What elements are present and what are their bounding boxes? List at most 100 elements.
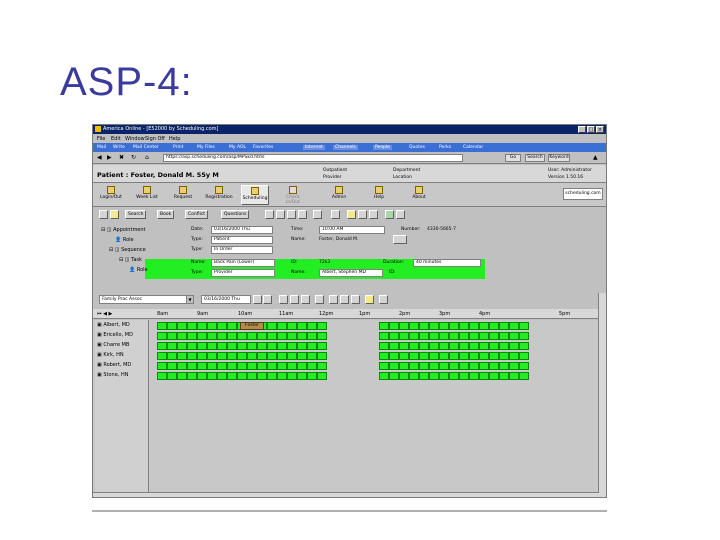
time-slot[interactable] xyxy=(247,362,257,370)
time-slot[interactable] xyxy=(469,322,479,330)
time-slot[interactable] xyxy=(197,362,207,370)
time-slot[interactable] xyxy=(207,372,217,380)
time-slot[interactable] xyxy=(317,342,327,350)
menu-edit[interactable]: Edit xyxy=(111,136,121,142)
provider-name-field[interactable]: Albert, Stephen MD xyxy=(319,269,383,277)
aol-quotes-button[interactable]: Quotes xyxy=(409,145,425,150)
search-action-button[interactable]: Search xyxy=(125,210,147,219)
menu-window[interactable]: Window xyxy=(125,136,145,142)
time-slot[interactable] xyxy=(197,342,207,350)
question-help-icon[interactable] xyxy=(379,295,388,304)
view-icon-7[interactable] xyxy=(365,295,374,304)
time-slot[interactable] xyxy=(317,352,327,360)
time-slot[interactable] xyxy=(207,322,217,330)
time-slot[interactable] xyxy=(499,332,509,340)
time-slot[interactable] xyxy=(429,352,439,360)
aol-favorites-button[interactable]: Favorites xyxy=(253,145,273,150)
time-slot[interactable] xyxy=(197,372,207,380)
time-slot[interactable] xyxy=(379,372,389,380)
time-slot[interactable] xyxy=(267,322,277,330)
time-slot[interactable] xyxy=(509,332,519,340)
time-slot[interactable] xyxy=(439,322,449,330)
time-slot[interactable] xyxy=(449,322,459,330)
view-icon-4[interactable] xyxy=(329,295,338,304)
time-slot[interactable] xyxy=(207,352,217,360)
time-slot[interactable] xyxy=(429,372,439,380)
time-slot[interactable] xyxy=(449,362,459,370)
tree-task[interactable]: ⊟ ◫ Task xyxy=(119,257,142,263)
time-slot[interactable] xyxy=(509,342,519,350)
time-slot[interactable] xyxy=(297,362,307,370)
time-slot[interactable] xyxy=(317,332,327,340)
time-slot[interactable] xyxy=(257,362,267,370)
option-department[interactable]: Department xyxy=(393,168,420,173)
aol-perks-button[interactable]: Perks xyxy=(439,145,451,150)
time-slot[interactable] xyxy=(197,332,207,340)
time-slot[interactable] xyxy=(287,362,297,370)
time-slot[interactable] xyxy=(379,332,389,340)
tool-icon-3[interactable] xyxy=(287,210,296,219)
time-slot[interactable] xyxy=(409,372,419,380)
aol-calendar-button[interactable]: Calendar xyxy=(463,145,483,150)
time-slot[interactable] xyxy=(399,362,409,370)
view-icon-5[interactable] xyxy=(340,295,349,304)
time-slot[interactable] xyxy=(509,352,519,360)
time-slot[interactable] xyxy=(489,322,499,330)
time-slot[interactable] xyxy=(157,332,167,340)
time-slot[interactable] xyxy=(177,322,187,330)
time-slot[interactable] xyxy=(399,342,409,350)
time-slot[interactable] xyxy=(399,332,409,340)
time-slot[interactable] xyxy=(267,362,277,370)
role-type-field[interactable]: Provider xyxy=(211,269,275,277)
time-slot[interactable] xyxy=(459,352,469,360)
time-slot[interactable] xyxy=(419,362,429,370)
time-slot[interactable] xyxy=(499,372,509,380)
help-button[interactable]: Help xyxy=(365,185,393,205)
time-slot[interactable] xyxy=(177,332,187,340)
tree-role-2[interactable]: 👤 Role xyxy=(129,267,148,273)
time-slot[interactable] xyxy=(307,322,317,330)
provider-row[interactable]: ▣ Albert, MD xyxy=(97,322,130,328)
tool-icon-7[interactable] xyxy=(347,210,356,219)
time-slot[interactable] xyxy=(469,362,479,370)
option-location[interactable]: Location xyxy=(393,175,412,180)
about-button[interactable]: About xyxy=(405,185,433,205)
aol-my-aol-button[interactable]: My AOL xyxy=(229,145,246,150)
time-slot[interactable] xyxy=(379,342,389,350)
option-outpatient[interactable]: Outpatient xyxy=(323,168,347,173)
close-icon[interactable]: × xyxy=(596,126,604,133)
time-slot[interactable] xyxy=(287,352,297,360)
time-slot[interactable] xyxy=(157,352,167,360)
time-slot[interactable] xyxy=(297,322,307,330)
time-slot[interactable] xyxy=(379,362,389,370)
check-in-out-button[interactable]: Check In/Out xyxy=(279,185,307,205)
view-icon-1[interactable] xyxy=(279,295,288,304)
time-slot[interactable] xyxy=(409,342,419,350)
time-slot[interactable] xyxy=(267,372,277,380)
time-slot[interactable] xyxy=(217,342,227,350)
prev-icon[interactable]: ⏮ ◀ ▶ xyxy=(97,311,112,317)
time-slot[interactable] xyxy=(177,372,187,380)
registration-button[interactable]: Registration xyxy=(205,185,233,205)
task-name-field[interactable]: Back Pain (Lower) xyxy=(211,259,275,267)
time-slot[interactable] xyxy=(519,332,529,340)
time-slot[interactable] xyxy=(389,322,399,330)
time-slot[interactable] xyxy=(469,332,479,340)
time-slot[interactable] xyxy=(157,342,167,350)
time-slot[interactable] xyxy=(217,372,227,380)
binoculars-icon[interactable] xyxy=(393,235,407,244)
menu-help[interactable]: Help xyxy=(169,136,180,142)
provider-row[interactable]: ▣ Ericello, MD xyxy=(97,332,133,338)
time-slot[interactable] xyxy=(479,362,489,370)
time-slot[interactable] xyxy=(439,342,449,350)
time-slot[interactable] xyxy=(237,362,247,370)
time-slot[interactable] xyxy=(247,352,257,360)
booked-appointment[interactable]: Foster xyxy=(240,322,264,330)
home-icon[interactable]: ⌂ xyxy=(145,154,149,161)
time-slot[interactable] xyxy=(247,372,257,380)
time-slot[interactable] xyxy=(167,362,177,370)
menu-file[interactable]: File xyxy=(97,136,105,142)
time-slot[interactable] xyxy=(257,372,267,380)
time-slot[interactable] xyxy=(297,352,307,360)
time-slot[interactable] xyxy=(429,322,439,330)
